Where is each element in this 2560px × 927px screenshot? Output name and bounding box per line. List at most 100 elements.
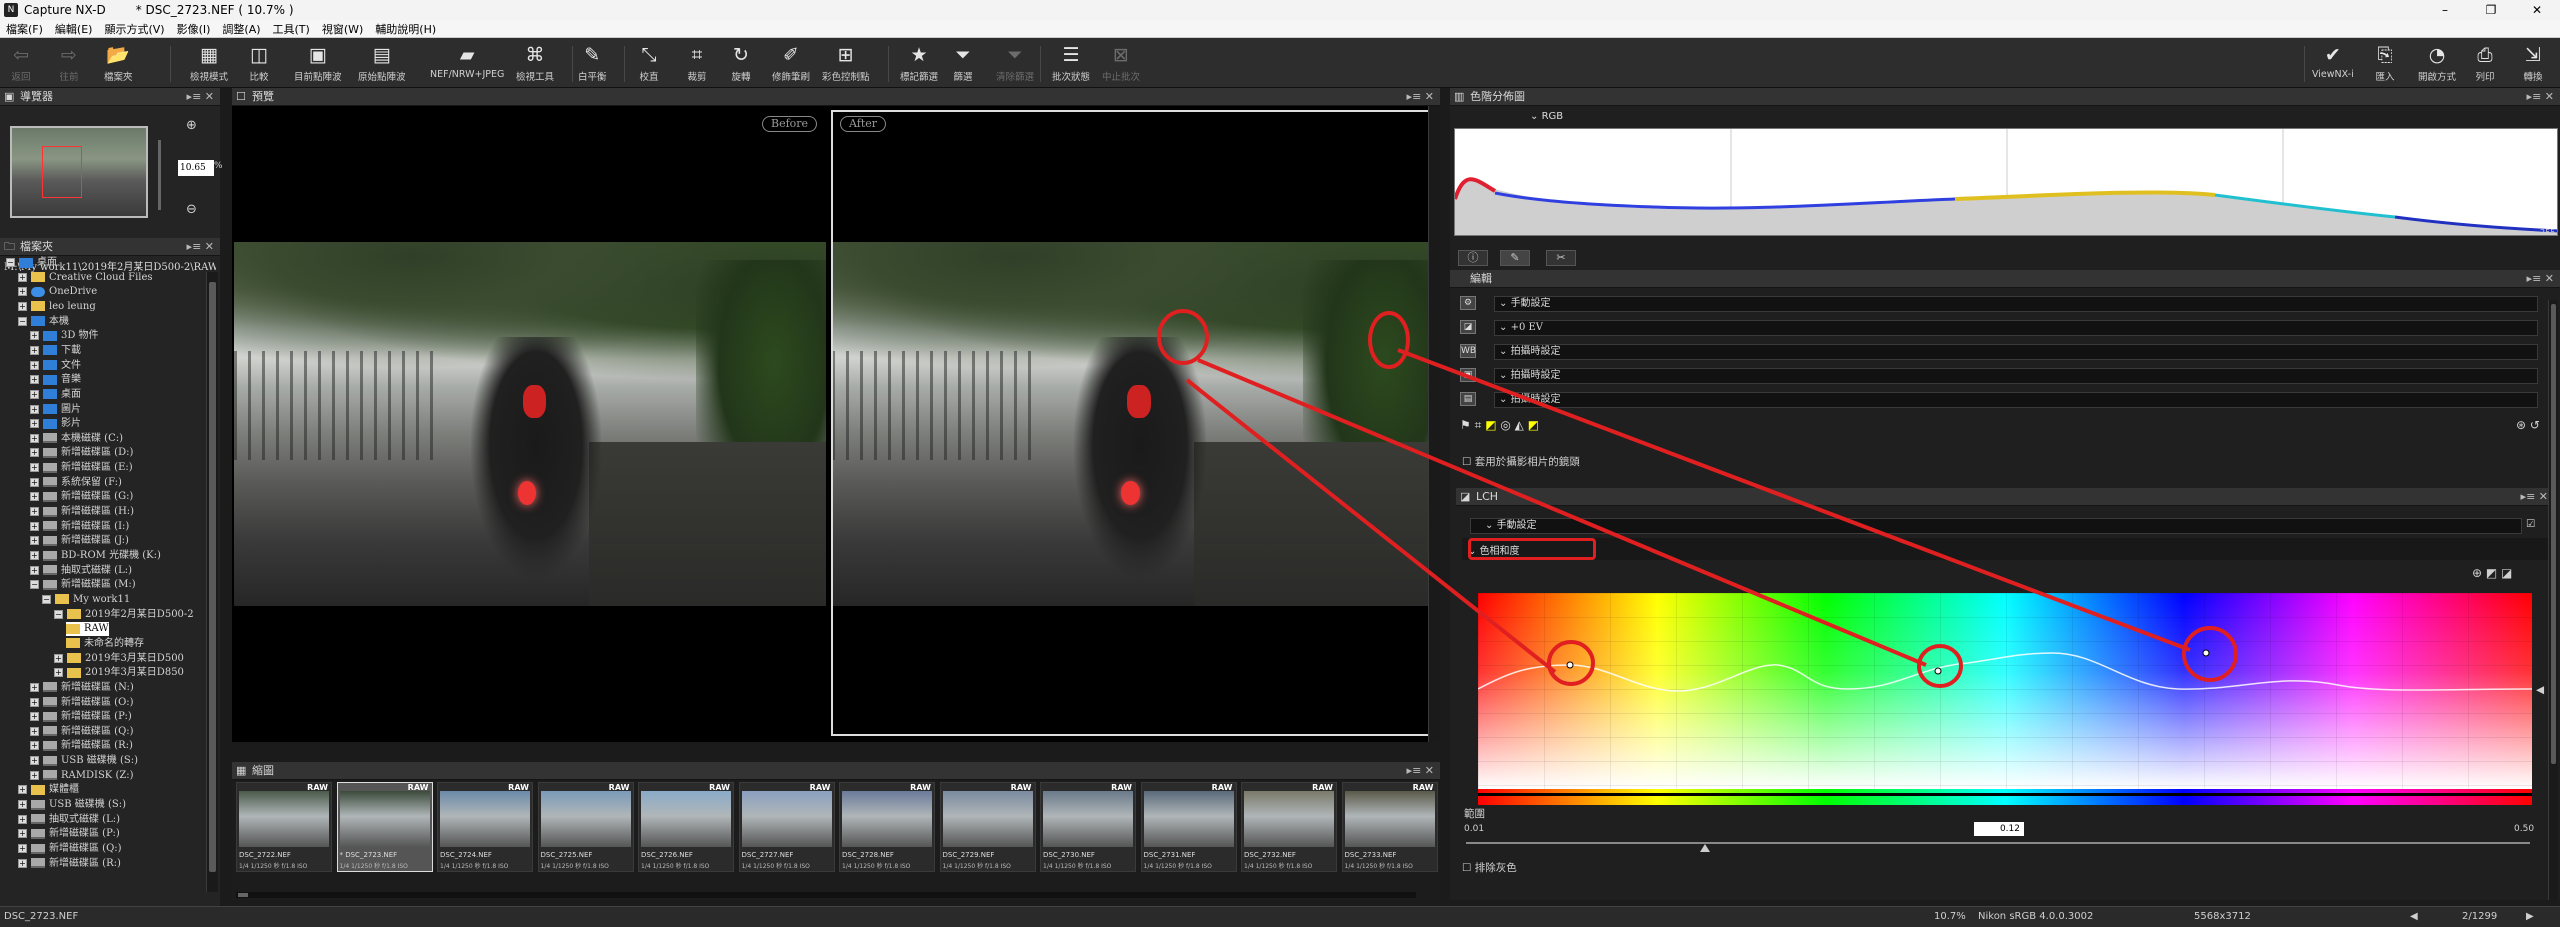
menu-item-0[interactable]: 檔案(F)	[0, 21, 49, 37]
thumbnail-item[interactable]: RAW DSC_2725.NEF 1/4 1/1250 秒 f/1.8 ISO	[537, 782, 634, 872]
folder-tree-item[interactable]: + OneDrive	[18, 285, 97, 299]
panel-controls[interactable]: ▸≡ ✕	[1407, 88, 1434, 106]
folder-tree-item[interactable]: +2019年3月某日D850	[54, 666, 184, 680]
expand-toggle[interactable]: +	[30, 521, 39, 531]
gradient-icon[interactable]: ◭	[1515, 418, 1524, 432]
folder-tree-item[interactable]: + 新增磁碟區 (R:)	[30, 739, 133, 753]
toolbar-mid-button-3[interactable]: ▤ 原始點陣波	[358, 42, 406, 86]
expand-toggle[interactable]: +	[18, 844, 27, 853]
menu-item-7[interactable]: 輔助說明(H)	[369, 21, 442, 37]
folder-tree-item[interactable]: + 新增磁碟區 (I:)	[30, 520, 129, 534]
thumbnail-item[interactable]: RAW DSC_2726.NEF 1/4 1/1250 秒 f/1.8 ISO	[638, 782, 734, 872]
folder-tree-item[interactable]: + 桌面	[30, 388, 81, 402]
range-value-field[interactable]: 0.12	[1974, 822, 2024, 836]
expand-toggle[interactable]: +	[30, 404, 39, 414]
folder-tree-item[interactable]: + 文件	[30, 359, 81, 373]
thumbnail-item[interactable]: RAW DSC_2724.NEF 1/4 1/1250 秒 f/1.8 ISO	[437, 782, 533, 872]
minimize-button[interactable]: –	[2422, 0, 2468, 20]
expand-toggle[interactable]: +	[30, 682, 39, 692]
lasso-icon[interactable]: ◩	[1528, 418, 1539, 432]
lch-tool-icons[interactable]: ⊕ ◩ ◪	[2472, 566, 2512, 580]
expand-toggle[interactable]: +	[18, 800, 27, 810]
toolbar-mid-button-12[interactable]: ★ 標記篩選	[900, 42, 938, 86]
folder-tree-item[interactable]: 未命名的轉存	[66, 637, 144, 651]
edit-step-row[interactable]: ▤ ⌄ 拍攝時設定	[1460, 390, 2538, 410]
menu-item-5[interactable]: 工具(T)	[267, 21, 316, 37]
before-image[interactable]	[234, 242, 826, 606]
toolbar-mid-button-13[interactable]: ⏷ 篩選	[950, 42, 976, 86]
crop-icon[interactable]: ⌗	[1475, 418, 1482, 432]
toolbar-mid-button-9[interactable]: ↻ 旋轉	[728, 42, 754, 86]
toolbar-right-button-4[interactable]: ⇲ 轉換	[2520, 42, 2546, 86]
toolbar-mid-button-1[interactable]: ◫ 比較	[246, 42, 272, 86]
edit-step-select[interactable]: ⌄ 拍攝時設定	[1494, 344, 2538, 360]
thumbnail-item[interactable]: RAW DSC_2731.NEF 1/4 1/1250 秒 f/1.8 ISO	[1140, 782, 1237, 872]
folder-tree-item[interactable]: + leo leung	[18, 300, 96, 314]
folder-tree-item[interactable]: + 新增磁碟區 (J:)	[30, 534, 129, 548]
adjust-icon[interactable]: ⚑	[1460, 418, 1471, 432]
zoom-slider[interactable]	[158, 140, 161, 210]
expand-toggle[interactable]: +	[30, 492, 39, 502]
folder-tree-item[interactable]: + BD-ROM 光碟機 (K:)	[30, 549, 161, 563]
expand-toggle[interactable]: +	[30, 477, 39, 487]
point-icon[interactable]: ◎	[1500, 418, 1510, 432]
keep-gray-option[interactable]: ☐ 排除灰色	[1462, 860, 1517, 875]
menu-item-3[interactable]: 影像(I)	[171, 21, 217, 37]
toolbar-mid-button-11[interactable]: ⊞ 彩色控制點	[822, 42, 870, 86]
folder-tree-item[interactable]: + 新增磁碟區 (O:)	[30, 696, 134, 710]
range-slider-handle[interactable]	[1700, 844, 1710, 852]
expand-toggle[interactable]: +	[30, 726, 39, 736]
folder-tree-item[interactable]: − 桌面	[6, 256, 57, 270]
folder-tree-item[interactable]: + 新增磁碟區 (N:)	[30, 681, 134, 695]
lens-correction-option[interactable]: ☐ 套用於攝影相片的鏡頭	[1462, 454, 1580, 469]
edit-step-select[interactable]: ⌄ 手動設定	[1494, 296, 2538, 312]
expand-toggle[interactable]: +	[30, 419, 39, 429]
menu-item-4[interactable]: 調整(A)	[216, 21, 266, 37]
folder-tree-item[interactable]: + 下載	[30, 344, 81, 358]
thumbnail-item[interactable]: RAW DSC_2722.NEF 1/4 1/1250 秒 f/1.8 ISO	[236, 782, 332, 872]
toolbar-mid-button-6[interactable]: ✎ 白平衡	[578, 42, 607, 86]
expand-toggle[interactable]: +	[54, 653, 63, 663]
expand-toggle[interactable]: +	[18, 785, 27, 795]
zoom-out-icon[interactable]: ⊖	[186, 202, 197, 217]
folder-tree-item[interactable]: − 新增磁碟區 (M:)	[30, 578, 136, 592]
toolbar-mid-button-15[interactable]: ☰ 批次狀態	[1052, 42, 1090, 86]
expand-toggle[interactable]: +	[18, 287, 27, 297]
expand-toggle[interactable]: +	[30, 565, 39, 575]
folder-tree-item[interactable]: − My work11	[42, 593, 130, 607]
expand-toggle[interactable]: +	[30, 345, 39, 355]
folder-tree-item[interactable]: + 新增磁碟區 (E:)	[30, 461, 133, 475]
thumbnail-item[interactable]: RAW * DSC_2723.NEF 1/4 1/1250 秒 f/1.8 ISO	[336, 782, 433, 872]
prev-icon[interactable]: ◀	[2410, 907, 2418, 927]
edit-step-select[interactable]: ⌄ 拍攝時設定	[1494, 368, 2538, 384]
folder-tree-item[interactable]: + 新增磁碟區 (P:)	[30, 710, 132, 724]
zoom-field[interactable]: 10.65	[178, 160, 214, 176]
preview-scrollbar[interactable]	[1428, 106, 1440, 742]
range-slider[interactable]	[1466, 842, 2530, 844]
folder-tree-item[interactable]: + 新增磁碟區 (R:)	[18, 857, 121, 871]
folder-tree-item[interactable]: − 2019年2月某日D500-2	[54, 608, 194, 622]
zoom-in-icon[interactable]: ⊕	[186, 118, 197, 133]
toolbar-right-button-1[interactable]: ⎘ 匯入	[2372, 42, 2398, 86]
expand-toggle[interactable]: +	[30, 463, 39, 473]
expand-toggle[interactable]: +	[30, 536, 39, 546]
folder-tree-item[interactable]: + 抽取式磁碟 (L:)	[30, 564, 132, 578]
expand-toggle[interactable]: −	[30, 580, 39, 590]
thumbnail-item[interactable]: RAW DSC_2727.NEF 1/4 1/1250 秒 f/1.8 ISO	[738, 782, 835, 872]
thumbnail-scrollbar[interactable]	[236, 892, 1416, 898]
folder-tree-item[interactable]: + 新增磁碟區 (Q:)	[18, 842, 122, 856]
expand-toggle[interactable]: +	[30, 448, 39, 458]
toolbar-mid-button-16[interactable]: ⊠ 中止批次	[1102, 42, 1140, 86]
folder-tree-item[interactable]: + 新增磁碟區 (H:)	[30, 505, 134, 519]
expand-toggle[interactable]: +	[54, 668, 63, 678]
expand-toggle[interactable]: −	[18, 316, 27, 326]
thumbnail-item[interactable]: RAW DSC_2732.NEF 1/4 1/1250 秒 f/1.8 ISO	[1241, 782, 1337, 872]
folder-tree-item[interactable]: + 影片	[30, 417, 81, 431]
toolbar-mid-button-7[interactable]: ⤡ 校直	[636, 42, 662, 86]
tab-info[interactable]: ⓘ	[1458, 250, 1488, 266]
expand-toggle[interactable]: −	[42, 594, 51, 604]
folder-tree-item[interactable]: + USB 磁碟機 (S:)	[30, 754, 138, 768]
expand-toggle[interactable]: +	[30, 433, 39, 443]
expand-toggle[interactable]: +	[18, 858, 27, 868]
expand-toggle[interactable]: +	[30, 389, 39, 399]
